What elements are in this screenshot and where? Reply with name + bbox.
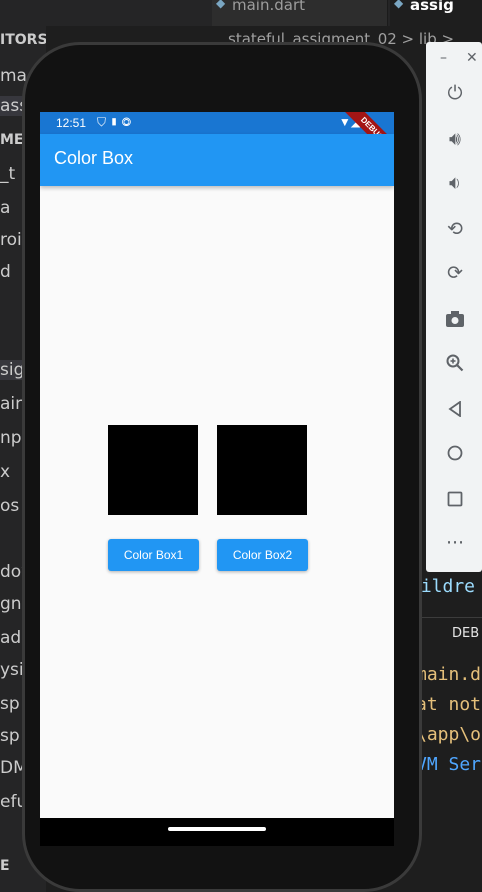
rotate-right-icon[interactable]: ⟳ [442,260,468,286]
color-box-2 [217,425,307,515]
sidebar-line[interactable]: x [0,462,10,482]
volume-up-icon[interactable]: 🔊︎ [442,126,468,152]
phone-screen: 12:51 ⛉▮◎ ▼◢ DEBUG Color Box Color Box1 … [40,112,394,818]
close-icon[interactable]: ✕ [466,50,478,66]
rotate-left-icon[interactable]: ⟲ [442,216,468,242]
tab-label: assig [410,0,454,14]
terminal-line: VM Ser [416,754,482,775]
sidebar-line[interactable]: ad [0,628,21,648]
circle-status-icon: ◎ [121,115,135,129]
shield-icon: ⛉ [97,115,110,129]
sidebar-line[interactable]: sp [0,726,20,746]
status-bar: 12:51 ⛉▮◎ ▼◢ DEBUG [40,112,394,166]
sidebar-line[interactable]: gn [0,594,22,614]
sidebar-line[interactable]: a [0,198,10,218]
tab-assignment[interactable]: ◆ assig [390,0,482,26]
wifi-icon: ▼ [338,115,351,129]
color-box1-button[interactable]: Color Box1 [108,539,199,571]
app-bar: Color Box [40,134,394,186]
sidebar-line[interactable]: os [0,496,19,516]
sidebar-line[interactable]: ysi [0,660,24,680]
app-title: Color Box [54,148,134,168]
volume-down-icon[interactable]: 🔉︎ [442,170,468,196]
tab-debug-console[interactable]: DEB [452,626,479,641]
dart-file-icon: ◆ [216,0,226,10]
color-box2-button[interactable]: Color Box2 [217,539,308,571]
editor-tab-bar: ◆ main.dart ◆ assig [0,0,482,26]
gesture-nav-bar [40,818,394,846]
color-box-1 [108,425,198,515]
terminal-line: at not [416,694,482,715]
sidebar-line[interactable]: sp [0,694,20,714]
home-icon[interactable] [442,440,468,466]
status-time: 12:51 [56,116,87,130]
tab-main-dart[interactable]: ◆ main.dart [212,0,388,26]
notification-icons: ⛉▮◎ [97,115,134,130]
back-icon[interactable] [442,396,468,422]
more-icon[interactable]: ··· [442,530,468,556]
terminal-line: main.d [416,664,482,685]
sd-card-icon: ▮ [109,115,122,129]
sidebar-line[interactable]: np [0,428,22,448]
power-icon[interactable]: ⏻ [442,80,468,106]
sidebar-line: ITORS [0,32,46,48]
sidebar-line[interactable]: d [0,262,11,282]
terminal-line: \app\o [416,724,482,745]
camera-icon[interactable] [442,306,468,332]
zoom-in-icon[interactable] [442,350,468,376]
emulator-toolbar: – ✕ ⏻ 🔊︎ 🔉︎ ⟲ ⟳ ··· [426,42,482,572]
overview-icon[interactable] [442,486,468,512]
minimize-icon[interactable]: – [440,50,447,66]
sidebar-line: E [0,858,10,874]
tab-label: main.dart [232,0,306,14]
sidebar-line[interactable]: roi [0,230,22,250]
sidebar-line[interactable]: _t [0,164,15,184]
dart-file-icon: ◆ [394,0,404,10]
home-gesture-pill[interactable] [168,827,266,831]
sidebar-line[interactable]: ma [0,66,27,86]
